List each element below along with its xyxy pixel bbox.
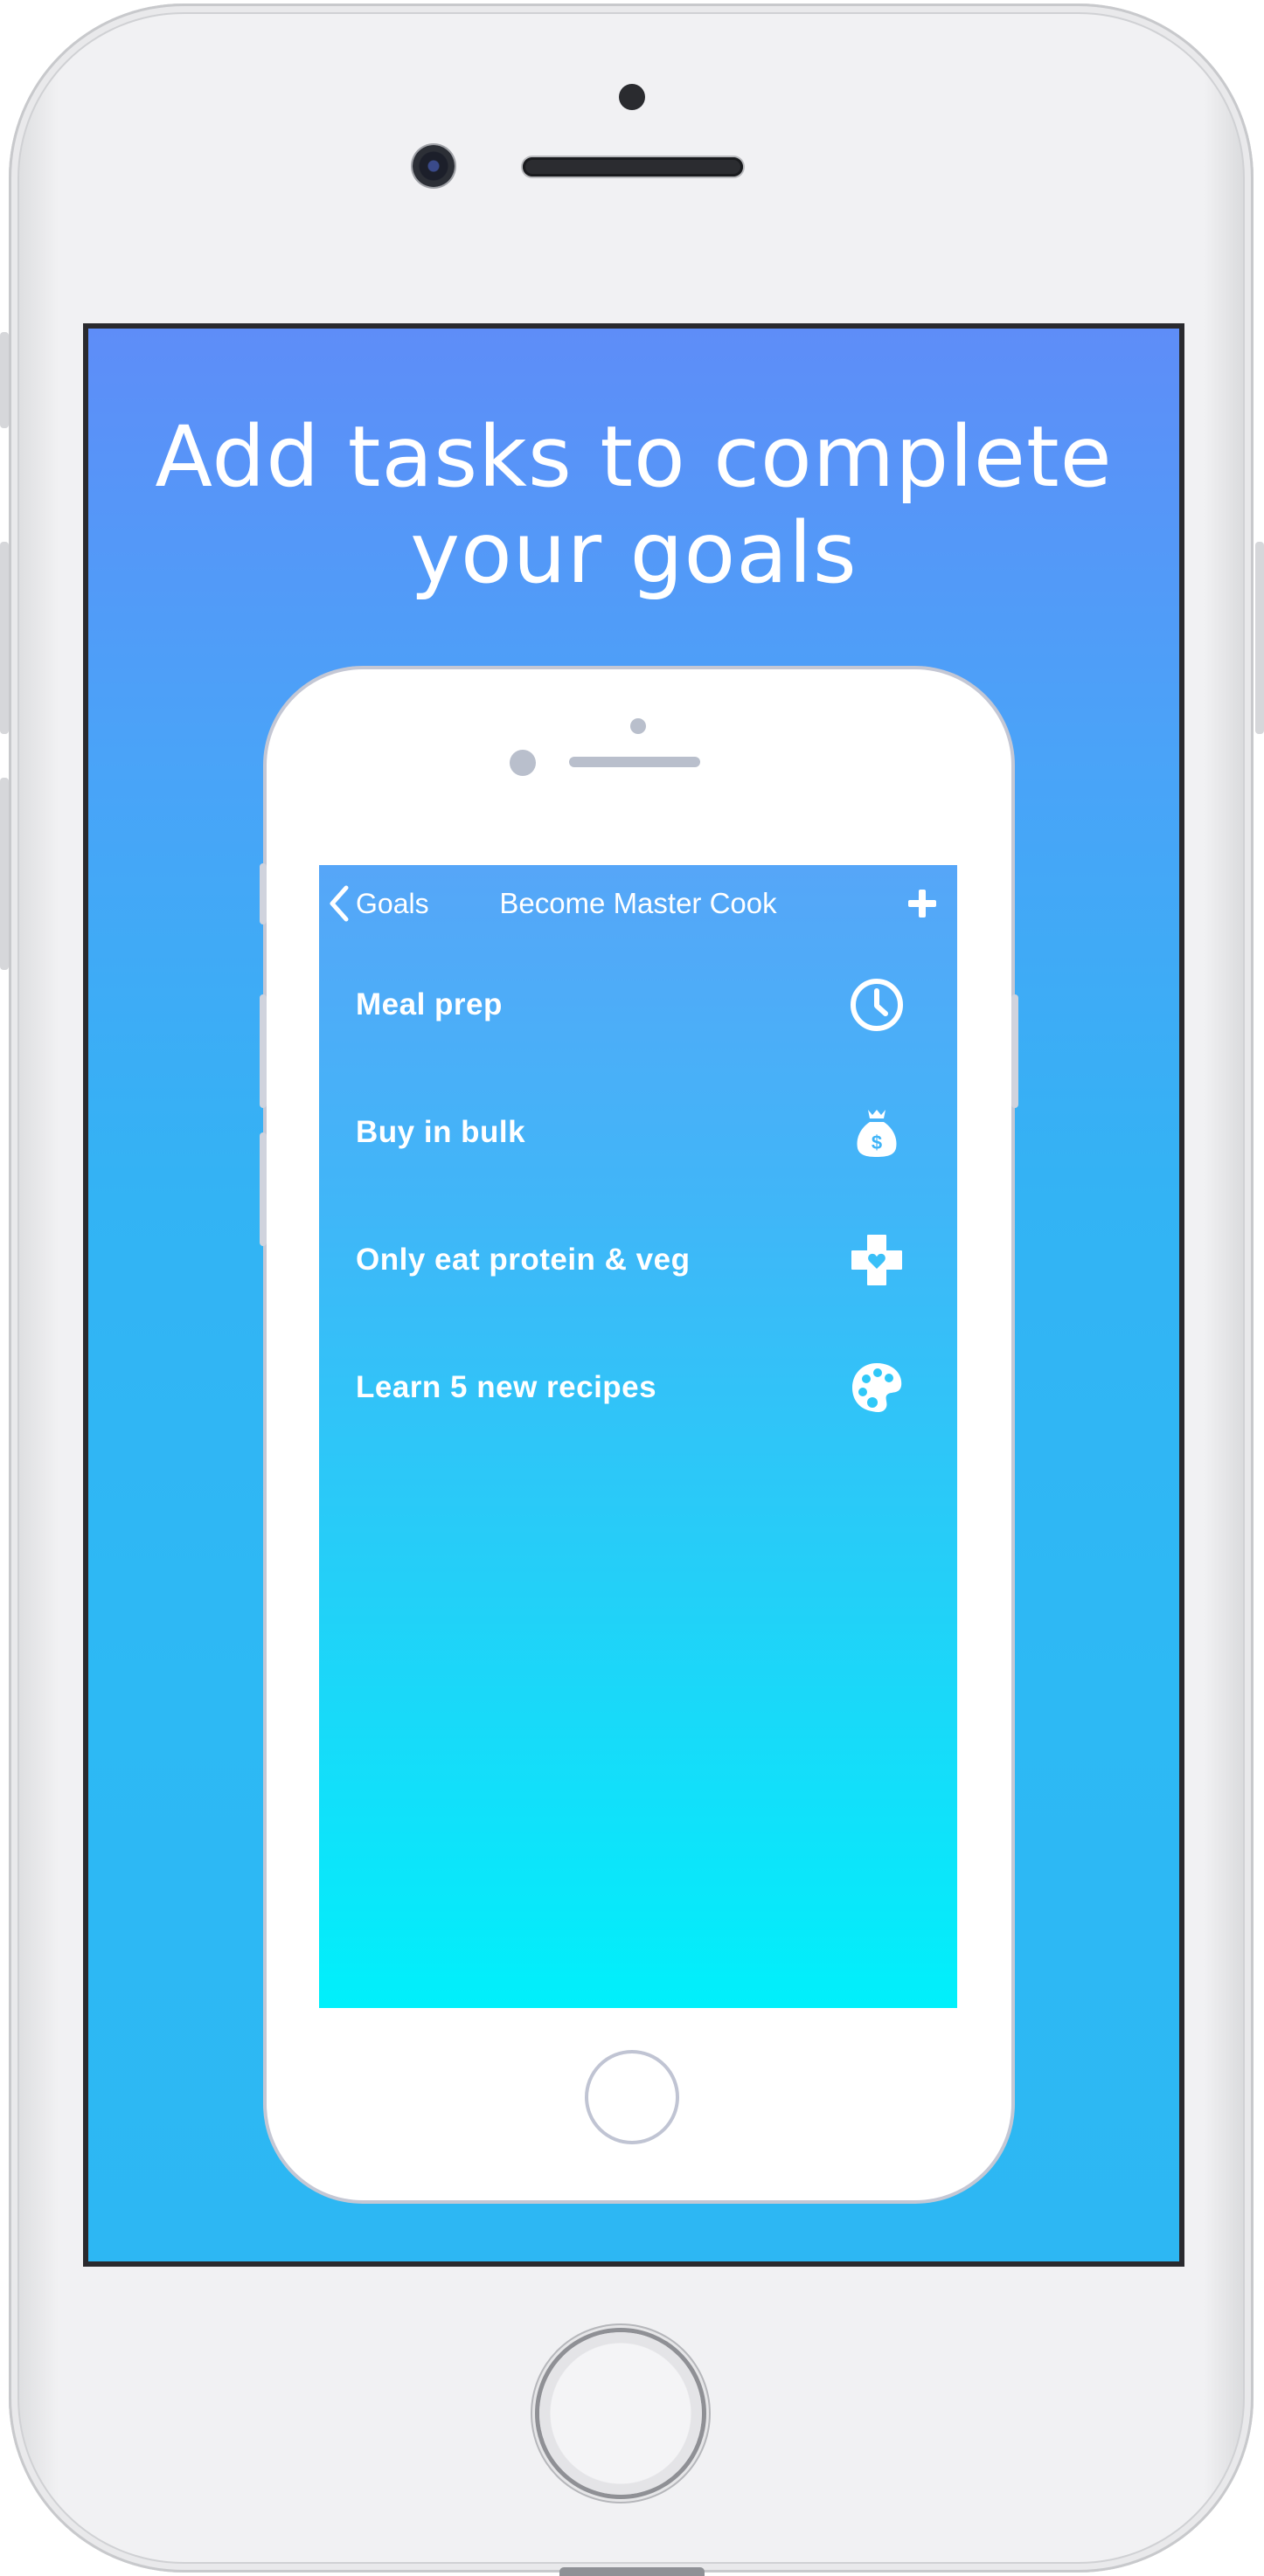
inner-sensor xyxy=(630,718,646,734)
task-label: Buy in bulk xyxy=(356,1115,526,1149)
plus-icon xyxy=(908,890,936,918)
app-screen: Goals Become Master Cook Meal prep Buy i… xyxy=(319,865,957,2008)
svg-text:$: $ xyxy=(872,1132,882,1153)
inner-volume-down-button xyxy=(260,1132,267,1246)
clock-icon xyxy=(851,979,903,1031)
inner-volume-up-button xyxy=(260,994,267,1108)
proximity-sensor xyxy=(619,84,645,110)
task-label: Meal prep xyxy=(356,987,503,1021)
task-label: Only eat protein & veg xyxy=(356,1243,691,1277)
screen-title: Become Master Cook xyxy=(499,887,777,919)
health-cross-icon xyxy=(851,1235,902,1285)
inner-power-button xyxy=(1011,994,1018,1108)
lightning-port xyxy=(559,2567,705,2576)
home-button[interactable] xyxy=(539,2332,702,2495)
mute-switch xyxy=(0,332,9,428)
task-row-new-recipes[interactable]: Learn 5 new recipes xyxy=(319,1344,957,1431)
earpiece-speaker xyxy=(523,157,743,177)
power-button xyxy=(1255,542,1264,734)
task-row-buy-in-bulk[interactable]: Buy in bulk $ xyxy=(319,1089,957,1176)
front-camera-icon xyxy=(413,145,455,187)
inner-camera-icon xyxy=(510,750,536,776)
palette-icon xyxy=(852,1363,902,1412)
task-row-protein-veg[interactable]: Only eat protein & veg xyxy=(319,1216,957,1304)
volume-up-button xyxy=(0,542,9,734)
volume-down-button xyxy=(0,778,9,970)
add-task-button[interactable] xyxy=(901,883,943,924)
inner-home-button xyxy=(585,2050,679,2144)
money-bag-icon: $ xyxy=(857,1110,897,1157)
inner-device-mockup: Goals Become Master Cook Meal prep Buy i… xyxy=(260,669,1018,2200)
task-row-meal-prep[interactable]: Meal prep xyxy=(319,961,957,1049)
task-label: Learn 5 new recipes xyxy=(356,1370,657,1404)
inner-mute-switch xyxy=(260,863,267,924)
inner-speaker xyxy=(569,757,700,767)
marketing-headline: Add tasks to complete your goals xyxy=(155,408,1113,602)
marketing-screen: Add tasks to complete your goals Goals B… xyxy=(83,323,1184,2267)
